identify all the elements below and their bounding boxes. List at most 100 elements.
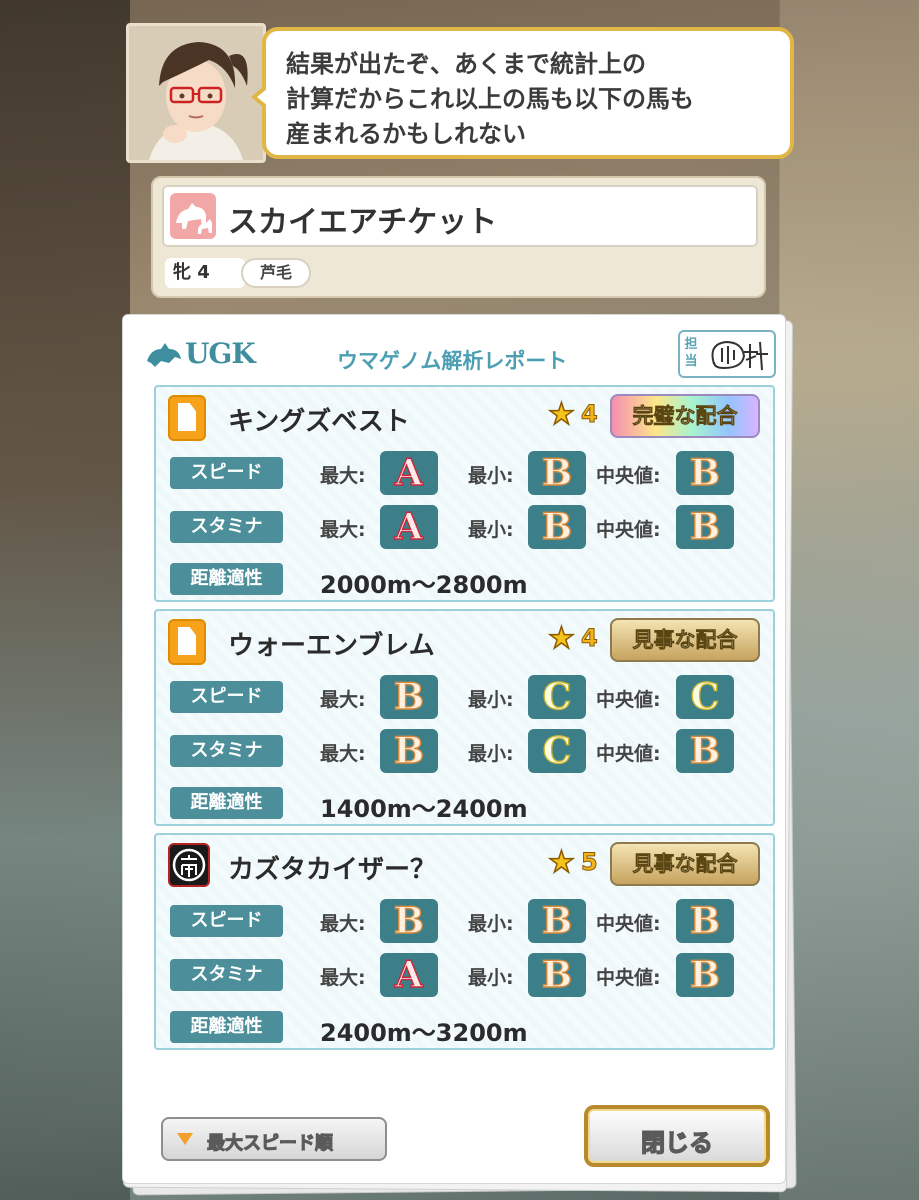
ugk-horse-logo-icon bbox=[147, 343, 181, 367]
speed-row: スピード 最大: A 最小: B 中央値: B bbox=[170, 451, 770, 495]
min-label: 最小: bbox=[468, 743, 514, 765]
stamina-max-grade: B bbox=[380, 729, 438, 773]
sire-name: カズタカイザー？ bbox=[228, 855, 437, 885]
match-badge: 見事な配合 bbox=[610, 842, 760, 886]
ugk-logo: UGK bbox=[185, 337, 256, 370]
speed-median-grade: B bbox=[676, 451, 734, 495]
sire-name: ウォーエンブレム bbox=[228, 631, 435, 661]
document-icon bbox=[168, 395, 206, 441]
median-label: 中央値: bbox=[596, 519, 661, 541]
dialog-line-2: 計算だからこれ以上の馬も以下の馬も bbox=[286, 85, 694, 113]
document-icon bbox=[168, 619, 206, 665]
star-icon: ★ bbox=[547, 845, 575, 881]
min-label: 最小: bbox=[468, 465, 514, 487]
close-button[interactable]: 閉じる bbox=[584, 1105, 770, 1167]
distance-label: 距離適性 bbox=[170, 787, 283, 819]
star-icon: ★ bbox=[547, 397, 575, 433]
star-rating: 4 bbox=[581, 400, 599, 429]
distance-row: 距離適性 1400m〜2400m bbox=[170, 781, 770, 825]
distance-value: 2400m〜3200m bbox=[320, 1019, 528, 1047]
stamina-max-grade: A bbox=[380, 953, 438, 997]
min-label: 最小: bbox=[468, 913, 514, 935]
background-right bbox=[779, 0, 919, 1200]
max-label: 最大: bbox=[320, 465, 366, 487]
sire-section-3: カズタカイザー？ ★ 5 見事な配合 スピード 最大: B 最小: B 中央値:… bbox=[154, 833, 775, 1050]
star-rating: 4 bbox=[581, 624, 599, 653]
star-icon: ★ bbox=[547, 621, 575, 657]
median-label: 中央値: bbox=[596, 913, 661, 935]
distance-row: 距離適性 2000m〜2800m bbox=[170, 557, 770, 601]
star-rating: 5 bbox=[581, 848, 599, 877]
median-label: 中央値: bbox=[596, 743, 661, 765]
max-label: 最大: bbox=[320, 967, 366, 989]
stamina-row: スタミナ 最大: A 最小: B 中央値: B bbox=[170, 505, 770, 549]
min-label: 最小: bbox=[468, 689, 514, 711]
sort-by-max-speed-button[interactable]: 最大スピード順 bbox=[161, 1117, 387, 1161]
sire-section-1: キングズベスト ★ 4 完璧な配合 スピード 最大: A 最小: B 中央値: … bbox=[154, 385, 775, 602]
handwritten-signature bbox=[711, 340, 768, 371]
speed-min-grade: B bbox=[528, 451, 586, 495]
speed-max-grade: B bbox=[380, 675, 438, 719]
sort-button-label: 最大スピード順 bbox=[207, 1133, 334, 1155]
match-badge: 見事な配合 bbox=[610, 618, 760, 662]
max-label: 最大: bbox=[320, 913, 366, 935]
owner-crest-icon bbox=[168, 843, 210, 887]
speed-median-grade: C bbox=[676, 675, 734, 719]
speed-min-grade: C bbox=[528, 675, 586, 719]
speed-row: スピード 最大: B 最小: C 中央値: C bbox=[170, 675, 770, 719]
speed-median-grade: B bbox=[676, 899, 734, 943]
genome-report-panel: UGK ウマゲノム解析レポート 担当 キングズベスト ★ 4 完璧な配合 スピー… bbox=[122, 314, 786, 1184]
speed-label: スピード bbox=[170, 457, 283, 489]
stamina-row: スタミナ 最大: B 最小: C 中央値: B bbox=[170, 729, 770, 773]
horse-coat-badge: 芦毛 bbox=[241, 258, 311, 288]
close-button-label: 閉じる bbox=[640, 1128, 713, 1157]
stamina-min-grade: B bbox=[528, 953, 586, 997]
inspector-stamp: 担当 bbox=[678, 330, 776, 378]
character-portrait bbox=[126, 23, 266, 163]
distance-value: 1400m〜2400m bbox=[320, 795, 528, 823]
speed-label: スピード bbox=[170, 681, 283, 713]
stamina-row: スタミナ 最大: A 最小: B 中央値: B bbox=[170, 953, 770, 997]
speech-bubble: 結果が出たぞ、あくまで統計上の 計算だからこれ以上の馬も以下の馬も 産まれるかも… bbox=[251, 27, 794, 159]
speed-max-grade: B bbox=[380, 899, 438, 943]
stamina-max-grade: A bbox=[380, 505, 438, 549]
speed-label: スピード bbox=[170, 905, 283, 937]
horse-name: スカイエアチケット bbox=[228, 205, 498, 240]
sort-triangle-icon bbox=[177, 1133, 193, 1145]
match-badge: 完璧な配合 bbox=[610, 394, 760, 438]
stamp-label: 担当 bbox=[684, 337, 698, 369]
speed-row: スピード 最大: B 最小: B 中央値: B bbox=[170, 899, 770, 943]
stamina-min-grade: C bbox=[528, 729, 586, 773]
distance-value: 2000m〜2800m bbox=[320, 571, 528, 599]
max-label: 最大: bbox=[320, 689, 366, 711]
distance-label: 距離適性 bbox=[170, 1011, 283, 1043]
median-label: 中央値: bbox=[596, 967, 661, 989]
stamina-median-grade: B bbox=[676, 953, 734, 997]
min-label: 最小: bbox=[468, 519, 514, 541]
stamina-min-grade: B bbox=[528, 505, 586, 549]
speed-min-grade: B bbox=[528, 899, 586, 943]
stamina-median-grade: B bbox=[676, 505, 734, 549]
mare-foal-icon bbox=[170, 193, 216, 239]
speed-max-grade: A bbox=[380, 451, 438, 495]
stamina-label: スタミナ bbox=[170, 735, 283, 767]
max-label: 最大: bbox=[320, 519, 366, 541]
distance-label: 距離適性 bbox=[170, 563, 283, 595]
dialog-line-1: 結果が出たぞ、あくまで統計上の bbox=[286, 50, 646, 78]
horse-sex-age: 牝 4 bbox=[165, 258, 245, 288]
sire-name: キングズベスト bbox=[228, 407, 410, 437]
median-label: 中央値: bbox=[596, 689, 661, 711]
median-label: 中央値: bbox=[596, 465, 661, 487]
min-label: 最小: bbox=[468, 967, 514, 989]
stamina-label: スタミナ bbox=[170, 511, 283, 543]
horse-info-card: スカイエアチケット 牝 4 芦毛 bbox=[151, 176, 766, 298]
background-left bbox=[0, 0, 130, 1200]
stamina-median-grade: B bbox=[676, 729, 734, 773]
report-title: ウマゲノム解析レポート bbox=[337, 349, 568, 373]
horse-name-box: スカイエアチケット bbox=[162, 185, 758, 247]
dialog-line-3: 産まれるかもしれない bbox=[286, 120, 526, 148]
max-label: 最大: bbox=[320, 743, 366, 765]
sire-section-2: ウォーエンブレム ★ 4 見事な配合 スピード 最大: B 最小: C 中央値:… bbox=[154, 609, 775, 826]
stamina-label: スタミナ bbox=[170, 959, 283, 991]
distance-row: 距離適性 2400m〜3200m bbox=[170, 1005, 770, 1049]
